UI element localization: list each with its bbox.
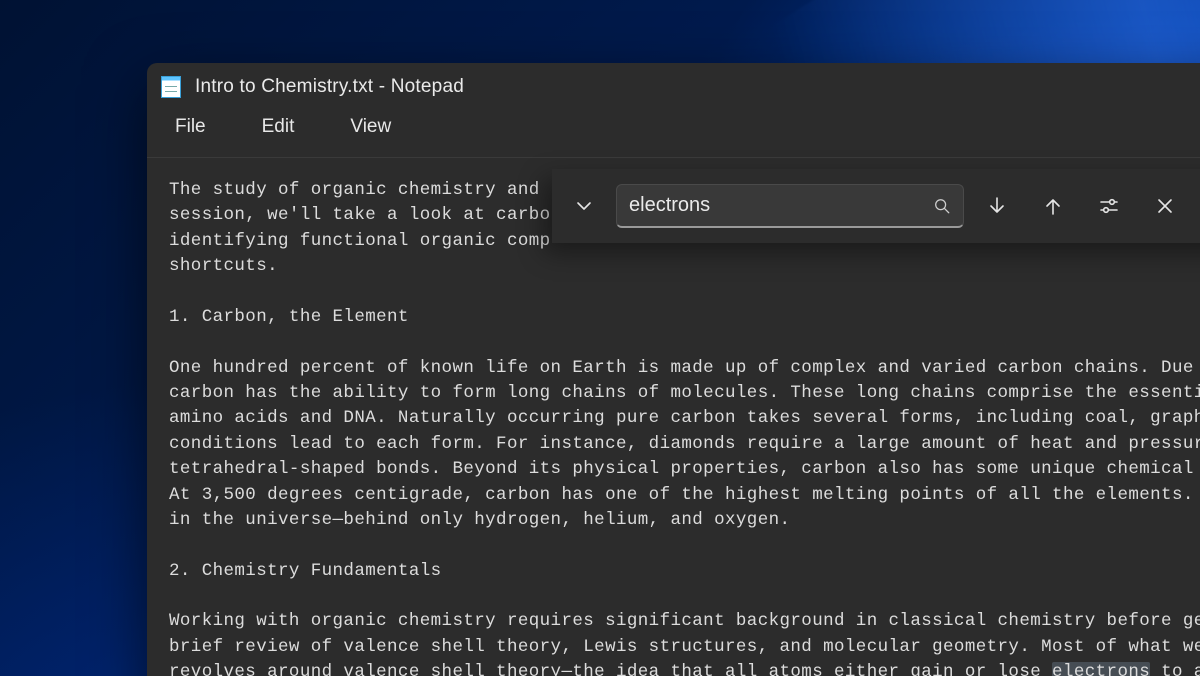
menu-view[interactable]: View bbox=[346, 112, 395, 142]
arrow-up-icon bbox=[1042, 195, 1064, 217]
find-options-button[interactable] bbox=[1086, 183, 1132, 229]
document-text[interactable]: The study of organic chemistry and sessi… bbox=[169, 178, 1200, 676]
notepad-icon bbox=[161, 76, 181, 98]
search-icon bbox=[933, 197, 951, 215]
find-bar bbox=[552, 169, 1200, 243]
find-next-button[interactable] bbox=[974, 183, 1020, 229]
close-icon bbox=[1155, 196, 1175, 216]
menu-file[interactable]: File bbox=[171, 112, 210, 142]
window-title: Intro to Chemistry.txt - Notepad bbox=[195, 76, 464, 98]
find-searchbox[interactable] bbox=[616, 184, 964, 228]
find-expand-button[interactable] bbox=[562, 184, 606, 228]
find-close-button[interactable] bbox=[1142, 183, 1188, 229]
menu-edit[interactable]: Edit bbox=[258, 112, 299, 142]
find-prev-button[interactable] bbox=[1030, 183, 1076, 229]
titlebar[interactable]: Intro to Chemistry.txt - Notepad bbox=[147, 63, 1200, 111]
search-match: electrons bbox=[1052, 662, 1150, 676]
find-input[interactable] bbox=[629, 194, 925, 217]
menubar: File Edit View bbox=[147, 111, 1200, 157]
chevron-down-icon bbox=[574, 196, 594, 216]
sliders-icon bbox=[1098, 195, 1120, 217]
notepad-window: Intro to Chemistry.txt - Notepad File Ed… bbox=[147, 63, 1200, 676]
arrow-down-icon bbox=[986, 195, 1008, 217]
